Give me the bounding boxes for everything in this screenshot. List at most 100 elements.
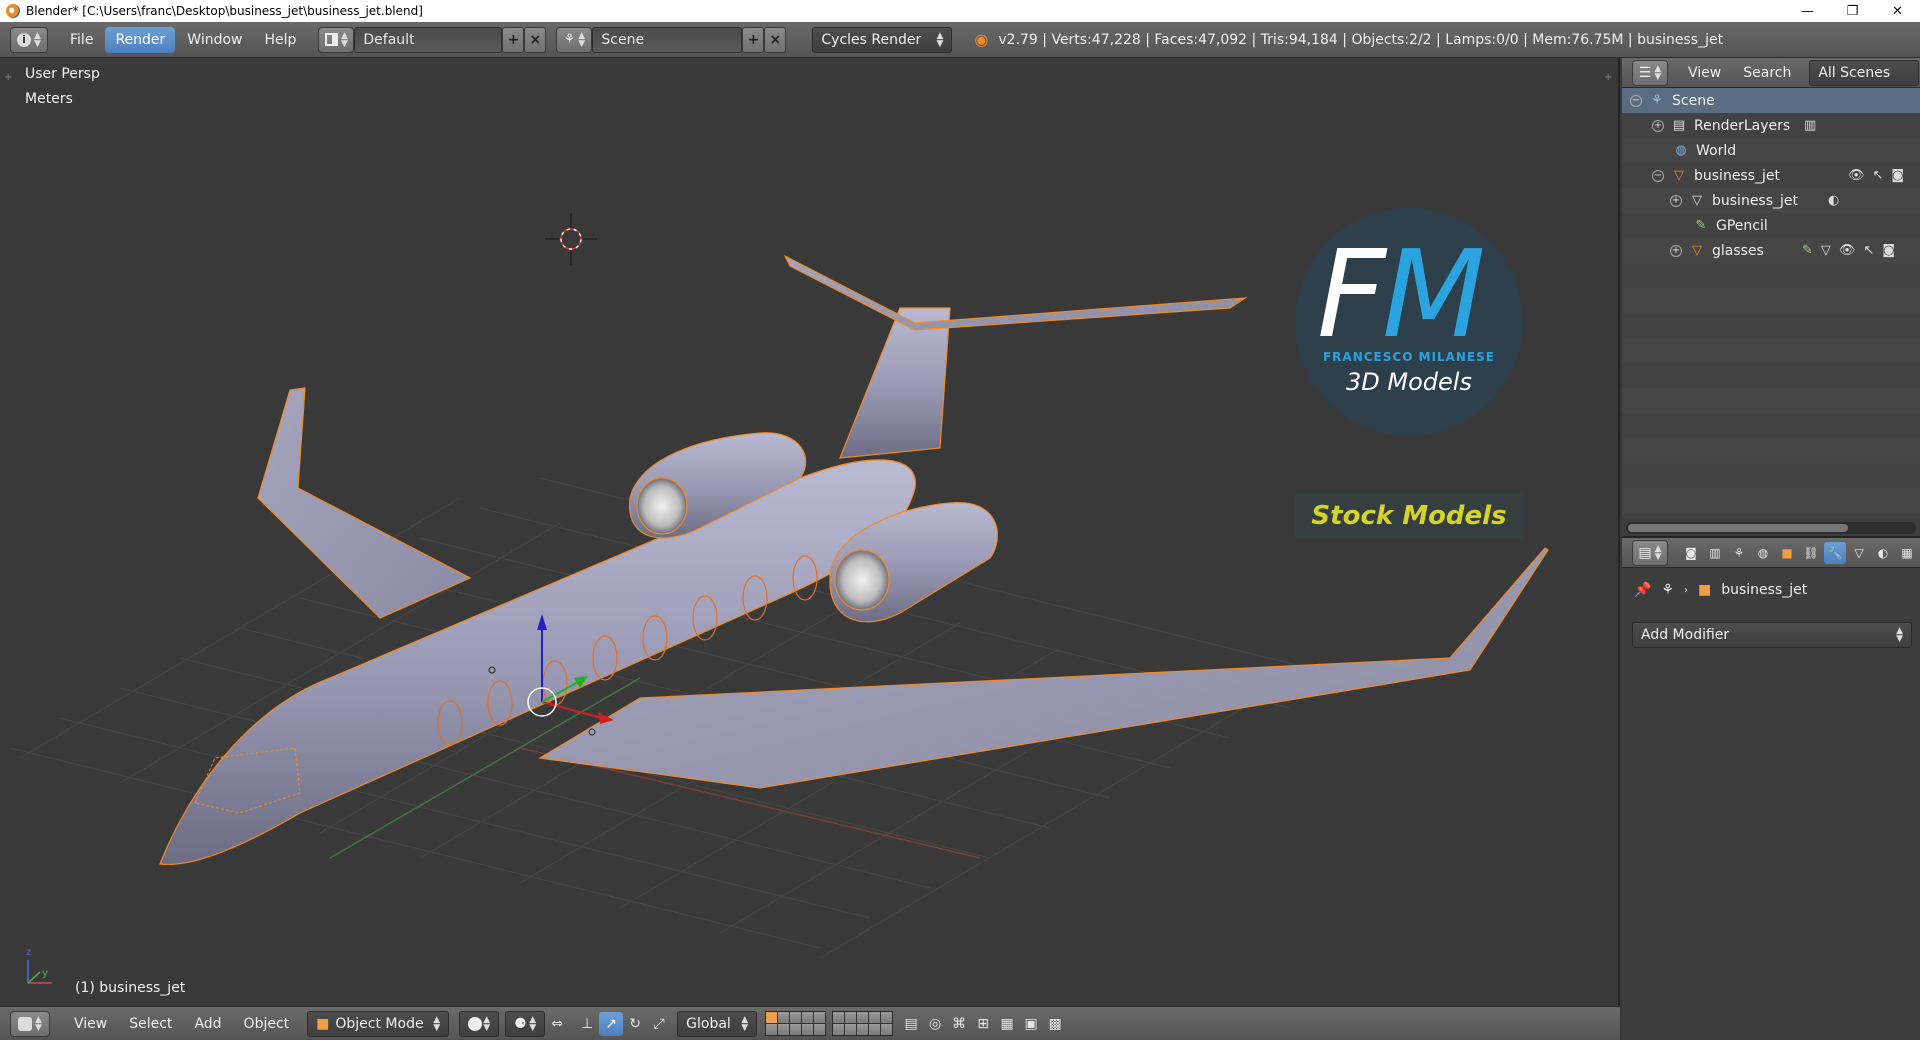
snap-target-icon[interactable]: ▦: [995, 1012, 1019, 1036]
cursor-icon[interactable]: ↖: [1873, 168, 1884, 183]
outliner-row-world[interactable]: ◍ World: [1622, 138, 1920, 163]
outliner-tree[interactable]: − ⚘ Scene + ▤ RenderLayers ▥ ◍ World − ▽…: [1622, 88, 1920, 518]
material-tab-icon[interactable]: ◐: [1872, 542, 1894, 564]
layer-button[interactable]: [845, 1012, 857, 1023]
collapse-toggle-icon[interactable]: −: [1652, 169, 1664, 182]
scene-browse-button[interactable]: ⚘ ▲ ▼: [556, 26, 593, 53]
manipulator-rotate-icon[interactable]: ↻: [623, 1012, 647, 1036]
layer-button[interactable]: [790, 1012, 802, 1023]
menu-view[interactable]: View: [64, 1011, 117, 1037]
opengl-render-image-icon[interactable]: ▣: [1019, 1012, 1043, 1036]
layer-button[interactable]: [814, 1012, 826, 1023]
outliner-row-scene[interactable]: − ⚘ Scene: [1622, 88, 1920, 113]
layer-button[interactable]: [833, 1024, 845, 1035]
close-button[interactable]: ✕: [1875, 0, 1920, 22]
render-tab-camera-icon[interactable]: ◙: [1680, 542, 1702, 564]
3d-cursor[interactable]: [545, 213, 597, 265]
menu-render[interactable]: Render: [105, 26, 176, 53]
delete-scene-button[interactable]: ×: [764, 26, 787, 53]
opengl-render-animation-icon[interactable]: ▩: [1043, 1012, 1067, 1036]
modifiers-tab-wrench-icon[interactable]: 🔧: [1824, 541, 1846, 564]
delete-screen-button[interactable]: ×: [524, 26, 547, 53]
lock-layers-icon[interactable]: ▤: [899, 1012, 923, 1036]
camera-icon[interactable]: ◙: [1891, 168, 1904, 183]
menu-help[interactable]: Help: [254, 27, 306, 53]
pin-icon[interactable]: 📌: [1634, 582, 1651, 598]
layer-button[interactable]: [802, 1024, 814, 1035]
layer-button[interactable]: [802, 1012, 814, 1023]
menu-window[interactable]: Window: [177, 27, 252, 53]
collapse-toggle-icon[interactable]: −: [1630, 94, 1642, 107]
screen-layout-browse-button[interactable]: ▲ ▼: [318, 26, 355, 53]
outliner-menu-search[interactable]: Search: [1733, 60, 1801, 86]
render-layers-tab-icon[interactable]: ▥: [1704, 542, 1726, 564]
menu-object[interactable]: Object: [234, 1011, 300, 1037]
maximize-button[interactable]: ❐: [1830, 0, 1875, 22]
expand-toggle-icon[interactable]: +: [1670, 244, 1682, 257]
layer-button[interactable]: [833, 1012, 845, 1023]
cursor-icon[interactable]: ↖: [1863, 243, 1874, 258]
scrollbar-thumb[interactable]: [1628, 524, 1848, 532]
toolshelf-toggle-icon[interactable]: +: [4, 72, 14, 84]
layer-button[interactable]: [869, 1012, 881, 1023]
layer-button[interactable]: [869, 1024, 881, 1035]
menu-add[interactable]: Add: [184, 1011, 231, 1037]
minimize-button[interactable]: —: [1785, 0, 1830, 22]
scene-field[interactable]: Scene: [592, 26, 743, 53]
expand-toggle-icon[interactable]: +: [1670, 194, 1682, 207]
only-origins-icon[interactable]: ⇔: [545, 1012, 569, 1036]
layer-button[interactable]: [857, 1024, 869, 1035]
snap-element-icon[interactable]: ⊞: [971, 1012, 995, 1036]
editor-type-outliner-button[interactable]: ☰ ▲ ▼: [1632, 59, 1668, 86]
layer-button[interactable]: [790, 1024, 802, 1035]
interaction-mode-dropdown[interactable]: ■ Object Mode ▲ ▼: [307, 1010, 450, 1037]
manipulator-scale-icon[interactable]: ⤢: [647, 1012, 671, 1036]
properties-shelf-toggle-icon[interactable]: +: [1604, 72, 1614, 84]
outliner-row-business-jet-object[interactable]: − ▽ business_jet 👁 ↖ ◙: [1622, 163, 1920, 188]
proportional-editing-icon[interactable]: ◎: [923, 1012, 947, 1036]
manipulator-translate-icon[interactable]: ↗: [599, 1011, 624, 1036]
render-engine-dropdown[interactable]: Cycles Render ▲ ▼: [812, 26, 953, 53]
layer-button[interactable]: [857, 1012, 869, 1023]
layer-button[interactable]: [778, 1024, 790, 1035]
add-modifier-dropdown[interactable]: Add Modifier ▲ ▼: [1632, 622, 1912, 648]
layer-button[interactable]: [845, 1024, 857, 1035]
editor-type-info-button[interactable]: i ▲ ▼: [10, 26, 48, 53]
screen-layout-field[interactable]: Default: [354, 26, 503, 53]
add-screen-button[interactable]: +: [502, 26, 525, 53]
outliner-row-renderlayers[interactable]: + ▤ RenderLayers ▥: [1622, 113, 1920, 138]
scene-layers-group-2[interactable]: [832, 1011, 894, 1036]
snap-toggle-icon[interactable]: ⌘: [947, 1012, 971, 1036]
viewport-shading-dropdown[interactable]: ▲ ▼: [459, 1010, 500, 1037]
editor-type-3d-view-button[interactable]: ▲ ▼: [10, 1010, 50, 1037]
3d-viewport[interactable]: z y User Persp Meters (1) business_jet +…: [0, 58, 1620, 1006]
outliner-menu-view[interactable]: View: [1678, 60, 1731, 86]
scene-layers-group-1[interactable]: [765, 1011, 827, 1036]
outliner-horizontal-scrollbar[interactable]: [1626, 522, 1916, 534]
add-scene-button[interactable]: +: [742, 26, 765, 53]
layer-button[interactable]: [766, 1012, 778, 1023]
outliner-display-mode-dropdown[interactable]: All Scenes: [1809, 59, 1920, 86]
texture-tab-icon[interactable]: ▦: [1896, 542, 1918, 564]
layer-button[interactable]: [881, 1012, 893, 1023]
menu-file[interactable]: File: [60, 27, 103, 53]
layer-button[interactable]: [766, 1024, 778, 1035]
outliner-row-business-jet-mesh[interactable]: + ▽ business_jet ◐: [1622, 188, 1920, 213]
pivot-point-dropdown[interactable]: ⚈ ▲ ▼: [505, 1010, 546, 1037]
menu-select[interactable]: Select: [119, 1011, 182, 1037]
world-tab-icon[interactable]: ◍: [1752, 542, 1774, 564]
scene-tab-icon[interactable]: ⚘: [1728, 542, 1750, 564]
eye-icon[interactable]: 👁: [1839, 243, 1856, 258]
layer-button[interactable]: [814, 1024, 826, 1035]
editor-type-properties-button[interactable]: ▤ ▲ ▼: [1632, 539, 1668, 566]
layer-button[interactable]: [778, 1012, 790, 1023]
manipulator-toggle-icon[interactable]: ⊥: [575, 1012, 599, 1036]
expand-toggle-icon[interactable]: +: [1652, 119, 1664, 132]
data-tab-icon[interactable]: ▽: [1848, 542, 1870, 564]
constraints-tab-icon[interactable]: ⛓: [1800, 542, 1822, 564]
outliner-row-glasses[interactable]: + ▽ glasses ✎ ▽ 👁 ↖ ◙: [1622, 238, 1920, 263]
object-tab-icon[interactable]: ■: [1776, 542, 1798, 564]
layer-button[interactable]: [881, 1024, 893, 1035]
outliner-row-gpencil[interactable]: ✎ GPencil: [1622, 213, 1920, 238]
camera-icon[interactable]: ◙: [1882, 243, 1895, 258]
